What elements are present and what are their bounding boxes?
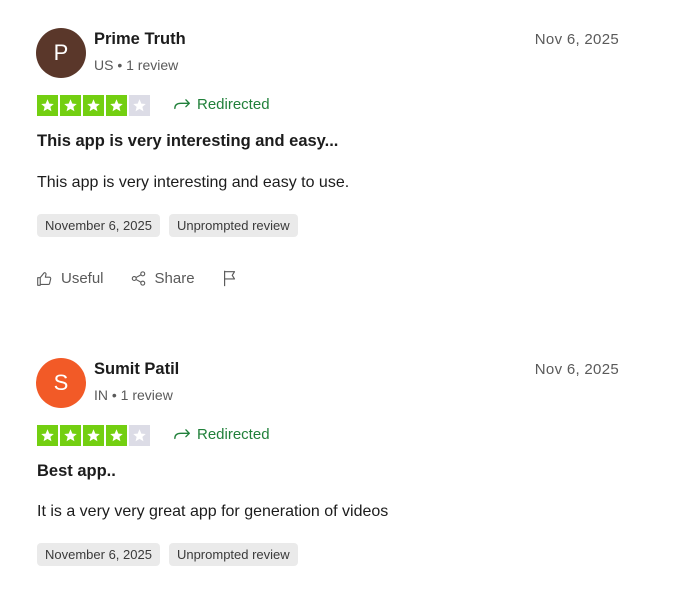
avatar-letter: P <box>53 40 69 65</box>
avatar[interactable]: S <box>36 358 86 408</box>
review-actions: Useful Share <box>36 269 265 287</box>
star-icon <box>106 95 127 116</box>
avatar-letter: S <box>53 370 69 395</box>
share-icon <box>131 270 145 286</box>
star-icon <box>60 425 81 446</box>
review-text: This app is very interesting and easy to… <box>37 174 350 191</box>
report-button[interactable] <box>221 269 239 287</box>
redirected-badge[interactable]: Redirected <box>174 96 270 113</box>
star-icon <box>37 425 58 446</box>
reviewer-meta: IN • 1 review <box>94 387 173 403</box>
star-icon <box>106 425 127 446</box>
review-type-tag[interactable]: Unprompted review <box>168 214 298 237</box>
share-label: Share <box>154 269 195 287</box>
review-date: Nov 6, 2025 <box>534 361 619 378</box>
share-button[interactable]: Share <box>130 270 195 287</box>
review-tags: November 6, 2025 Unprompted review <box>37 214 298 237</box>
review-text: It is a very very great app for generati… <box>37 503 389 520</box>
redirected-badge[interactable]: Redirected <box>174 426 270 443</box>
thumbs-up-icon <box>37 271 52 286</box>
review-title[interactable]: Best app.. <box>37 462 116 481</box>
review-title[interactable]: This app is very interesting and easy... <box>37 132 338 151</box>
star-rating <box>37 95 150 116</box>
star-rating <box>37 425 150 446</box>
useful-button[interactable]: Useful <box>36 270 104 287</box>
star-icon <box>83 95 104 116</box>
review-type-tag[interactable]: Unprompted review <box>168 543 298 566</box>
redirected-label: Redirected <box>197 426 270 443</box>
star-icon <box>83 425 104 446</box>
date-tag: November 6, 2025 <box>37 214 160 237</box>
star-icon <box>60 95 81 116</box>
reviewer-name[interactable]: Prime Truth <box>94 30 186 49</box>
redirect-arrow-icon <box>174 428 190 439</box>
reviewer-name[interactable]: Sumit Patil <box>94 360 179 379</box>
star-icon <box>129 95 150 116</box>
review-date: Nov 6, 2025 <box>534 31 619 48</box>
useful-label: Useful <box>61 269 104 287</box>
redirected-label: Redirected <box>197 96 270 113</box>
reviewer-meta: US • 1 review <box>94 57 179 73</box>
star-icon <box>37 95 58 116</box>
review-tags: November 6, 2025 Unprompted review <box>37 543 298 566</box>
date-tag: November 6, 2025 <box>37 543 160 566</box>
avatar[interactable]: P <box>36 28 86 78</box>
redirect-arrow-icon <box>174 98 190 109</box>
flag-icon <box>223 270 235 287</box>
star-icon <box>129 425 150 446</box>
